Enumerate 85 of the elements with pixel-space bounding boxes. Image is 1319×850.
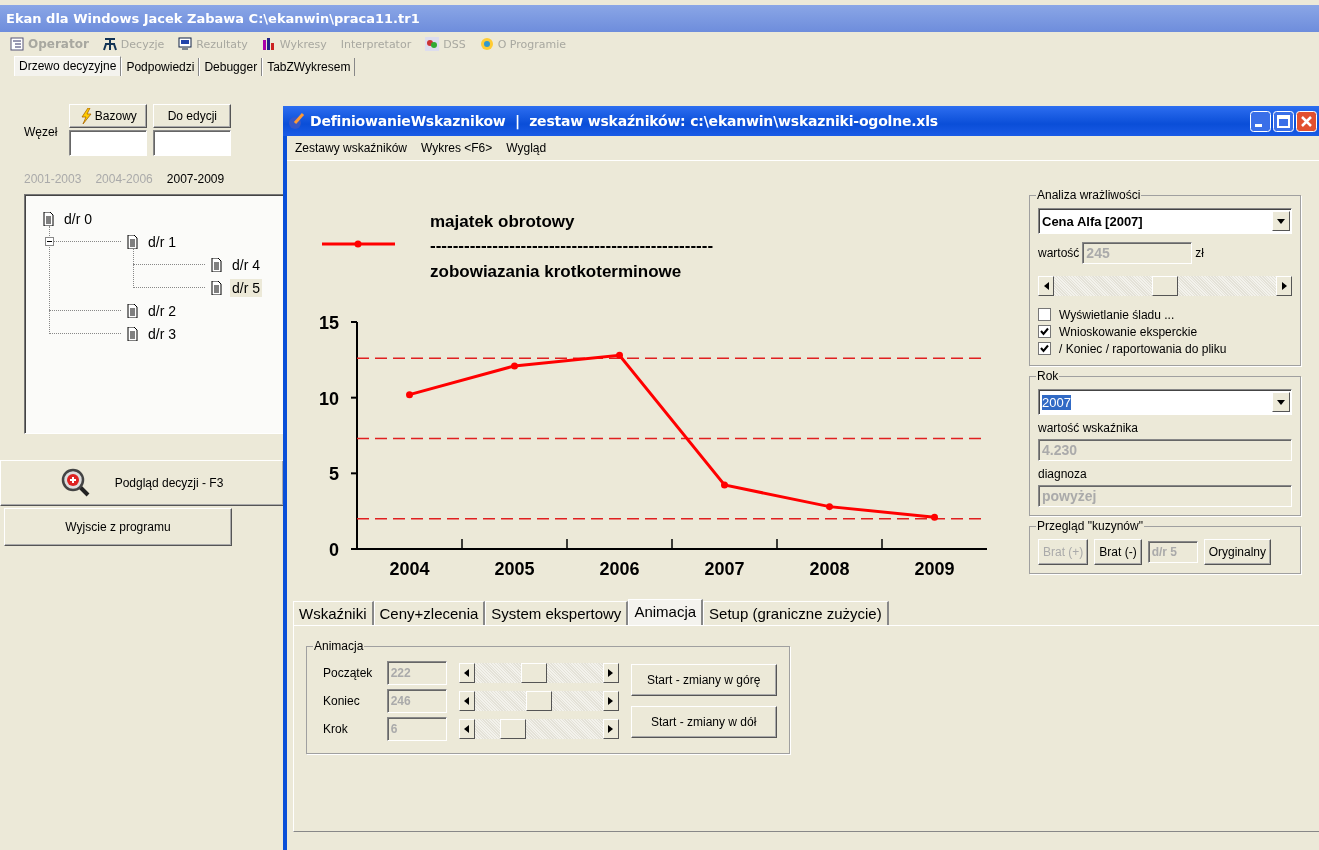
data-point: [931, 513, 938, 521]
x-tick-label: 2007: [704, 559, 745, 579]
document-icon: [211, 280, 222, 295]
tree-window-icon: [10, 37, 24, 51]
preview-button[interactable]: Podgląd decyzji - F3: [0, 460, 284, 506]
group-title: Analiza wrażliwości: [1036, 188, 1142, 202]
y-tick-label: 0: [329, 540, 339, 560]
y-tick-label: 5: [329, 464, 339, 485]
checkbox[interactable]: Wyświetlanie śladu ...: [1038, 306, 1292, 323]
x-tick-label: 2004: [389, 559, 430, 579]
x-tick-label: 2009: [914, 559, 955, 579]
tree-item[interactable]: d/r 4: [230, 255, 262, 274]
legend-label: majatek obrotowy: [430, 212, 575, 231]
period-tab[interactable]: 2007-2009: [166, 172, 225, 186]
menu-item[interactable]: Zestawy wskaźników: [295, 141, 408, 155]
lightning-icon: [79, 108, 92, 124]
x-tick-label: 2008: [809, 559, 850, 579]
checkbox[interactable]: / Koniec / raportowania do pliku: [1038, 340, 1292, 357]
tree-item[interactable]: d/r 3: [146, 324, 178, 343]
tab[interactable]: Podpowiedzi: [121, 58, 200, 76]
tree-item[interactable]: d/r 0: [62, 209, 94, 228]
field-label: Koniec: [322, 694, 361, 708]
node-label: Węzeł: [24, 125, 58, 139]
document-icon: [127, 303, 138, 318]
dropdown-button[interactable]: [1272, 211, 1290, 231]
dropdown[interactable]: Cena Alfa [2007]: [1038, 208, 1292, 234]
zoom-in-icon: [60, 468, 91, 498]
close-icon[interactable]: [1296, 110, 1317, 132]
y-tick-label: 10: [318, 388, 339, 409]
tab[interactable]: TabZWykresem: [262, 58, 356, 76]
tab[interactable]: Animacja: [628, 599, 704, 625]
tree-item[interactable]: d/r 1: [146, 232, 178, 251]
caret-icon: [1277, 218, 1285, 224]
x-tick-label: 2005: [494, 559, 535, 579]
field-label: Początek: [322, 666, 374, 680]
child-window-title: DefiniowanieWskaznikow | zestaw wskaźników: c:\ekanwin\wskazniki-ogolne.xls: [310, 113, 939, 129]
node-field[interactable]: [69, 130, 148, 156]
field-label: Krok: [322, 722, 349, 736]
dropdown-button[interactable]: [1272, 392, 1290, 412]
unit-label: zł: [1195, 246, 1204, 260]
document-icon: [211, 257, 222, 272]
start-button[interactable]: Start - zmiany w górę: [630, 664, 777, 696]
data-point: [406, 391, 413, 399]
field-label: wartość: [1038, 246, 1080, 260]
pen-icon: [287, 112, 305, 130]
node-button[interactable]: Bazowy: [69, 104, 148, 128]
checkbox[interactable]: Wnioskowanie eksperckie: [1038, 323, 1292, 340]
group-title: Animacja: [313, 639, 365, 653]
tree-item[interactable]: d/r 2: [146, 301, 178, 320]
data-point: [616, 351, 623, 359]
document-icon: [43, 211, 54, 226]
tab[interactable]: Drzewo decyzyjne: [14, 56, 122, 76]
field-label: wartość wskaźnika: [1038, 421, 1140, 435]
node-field[interactable]: [153, 130, 232, 156]
document-icon: [127, 326, 138, 341]
tree-item[interactable]: d/r 5: [230, 278, 262, 297]
data-point: [511, 362, 518, 370]
menu-item[interactable]: Wykres <F6>: [421, 141, 493, 155]
data-point: [826, 503, 833, 511]
group-title: Przegląd "kuzynów": [1036, 519, 1144, 533]
menu-item[interactable]: Wygląd: [506, 141, 547, 155]
collapse-icon[interactable]: [45, 237, 54, 246]
globe-icon: [479, 37, 494, 51]
document-icon: [127, 234, 138, 249]
field-label: diagnoza: [1038, 467, 1088, 481]
tab[interactable]: Debugger: [199, 58, 263, 76]
node-button[interactable]: Do edycji: [153, 104, 232, 128]
maximize-icon[interactable]: [1273, 110, 1294, 132]
sibling-button[interactable]: Brat (-): [1094, 539, 1142, 565]
start-button[interactable]: Start - zmiany w dół: [630, 706, 777, 738]
x-tick-label: 2006: [599, 559, 640, 579]
original-button[interactable]: Oryginalny: [1203, 539, 1272, 565]
legend-label: zobowiazania krotkoterminowe: [430, 262, 682, 281]
monitor-icon: [178, 37, 193, 51]
bar-chart-icon: [261, 37, 276, 51]
exit-button[interactable]: Wyjscie z programu: [4, 508, 232, 546]
caret-icon: [1277, 399, 1285, 405]
dropdown[interactable]: 2007: [1038, 389, 1292, 415]
network-icon: [102, 37, 117, 51]
minimize-icon[interactable]: [1250, 110, 1271, 132]
legend-separator: --------------------------------------------------: [430, 236, 714, 255]
window-title: Ekan dla Windows Jacek Zabawa C:\ekanwin\praca11.tr1: [6, 11, 420, 26]
data-point: [721, 481, 728, 489]
group-title: Rok: [1036, 369, 1060, 383]
y-tick-label: 15: [318, 313, 339, 333]
